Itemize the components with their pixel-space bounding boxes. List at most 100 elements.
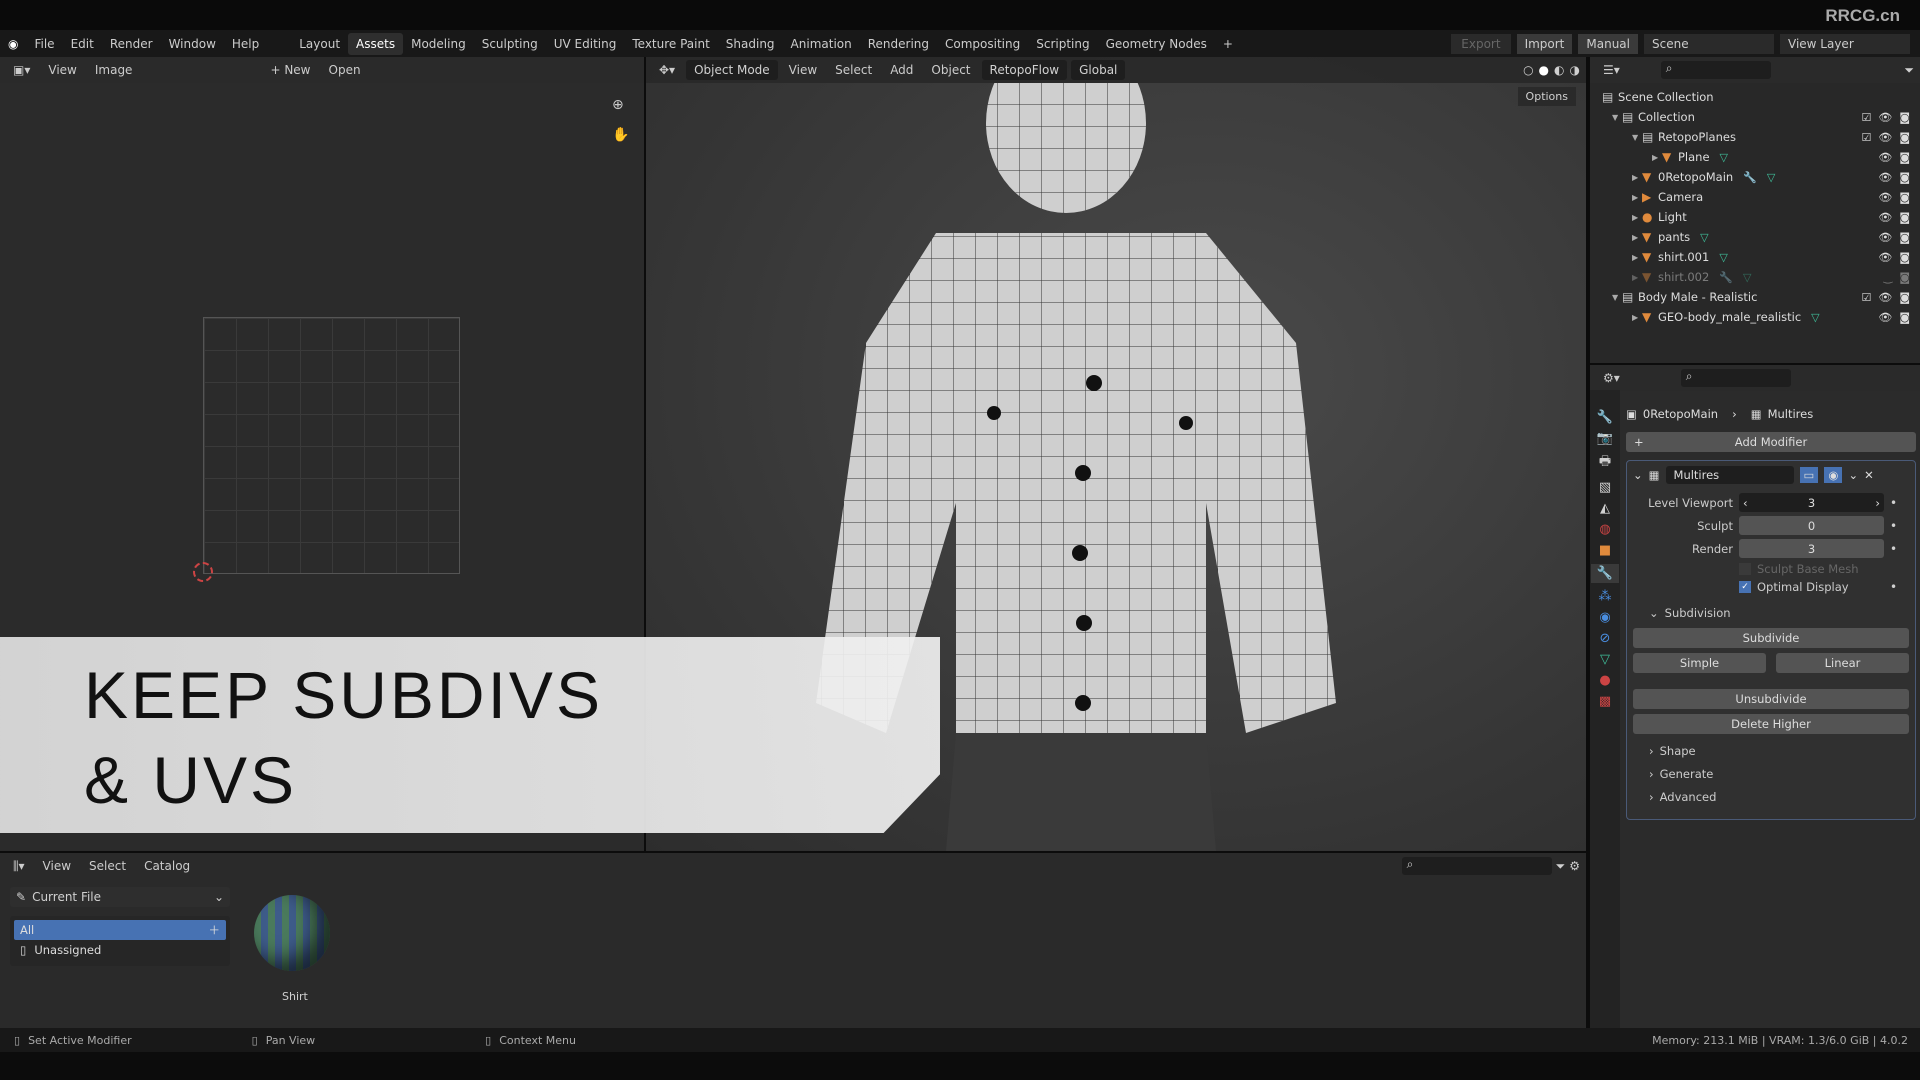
workspace-tab[interactable]: Layout — [291, 33, 348, 55]
workspace-tab[interactable]: UV Editing — [546, 33, 625, 55]
viewport-menu-select[interactable]: Select — [828, 60, 879, 80]
settings-icon[interactable]: ⚙ — [1569, 859, 1580, 873]
expand-arrow-icon[interactable]: ▶ — [1632, 313, 1642, 322]
retopoflow-menu[interactable]: RetopoFlow — [981, 60, 1068, 80]
outliner-item[interactable]: ▶ ▼ 0RetopoMain 🔧 ▽ 👁 ◙ — [1590, 167, 1920, 187]
expand-arrow-icon[interactable]: ▶ — [1632, 273, 1642, 282]
uv-menu-image[interactable]: Image — [88, 60, 140, 80]
particles-tab-icon[interactable]: ⁂ — [1599, 589, 1612, 604]
asset-browser[interactable]: ⫼▾ View Select Catalog ⌕ ⏷ ⚙ ✎ Current Fil… — [0, 853, 1586, 1028]
scene-tab-icon[interactable]: ◭ — [1600, 501, 1610, 516]
data-tab-icon[interactable]: ▽ — [1600, 652, 1610, 667]
uv-menu-view[interactable]: View — [41, 60, 83, 80]
visibility-eye-icon[interactable]: 👁 — [1878, 171, 1892, 184]
workspace-tab[interactable]: Texture Paint — [624, 33, 717, 55]
modifier-tab-icon[interactable]: 🔧 — [1590, 564, 1620, 583]
section-generate[interactable]: › Generate — [1649, 767, 1909, 781]
exclude-checkbox[interactable]: ☑ — [1861, 131, 1871, 144]
modifier-name-field[interactable]: Multires — [1665, 466, 1794, 484]
visibility-eye-icon[interactable]: 👁 — [1878, 251, 1892, 264]
workspace-tab[interactable]: Assets — [348, 32, 404, 55]
render-camera-icon[interactable]: ◙ — [1899, 171, 1910, 184]
section-shape[interactable]: › Shape — [1649, 744, 1909, 758]
outliner[interactable]: ☰▾ ⌕ ⏷ ▤ Scene Collection ▼ ▤ Collection ☑ 👁 ◙… — [1590, 57, 1920, 363]
outliner-item[interactable]: ▶ ▼ GEO-body_male_realistic ▽ 👁 ◙ — [1590, 307, 1920, 327]
render-tab-icon[interactable]: 📷 — [1597, 431, 1613, 446]
show-render-toggle[interactable]: ◉ — [1824, 467, 1843, 483]
orientation-dropdown[interactable]: Global — [1071, 60, 1126, 80]
view-layer-selector[interactable]: View Layer — [1780, 33, 1910, 54]
section-advanced[interactable]: › Advanced — [1649, 790, 1909, 804]
display-mode-icon[interactable]: ☰▾ — [1596, 60, 1627, 80]
asset-thumbnail-shirt[interactable] — [254, 895, 330, 971]
scene-collection[interactable]: ▤ Scene Collection — [1590, 87, 1920, 107]
visibility-eye-icon[interactable]: 👁 — [1878, 211, 1892, 224]
workspace-tab[interactable]: Shading — [718, 33, 783, 55]
manual-button[interactable]: Manual — [1578, 33, 1638, 54]
expand-arrow-icon[interactable]: ▶ — [1632, 173, 1642, 182]
menu-edit[interactable]: Edit — [63, 37, 102, 51]
workspace-tab[interactable]: Geometry Nodes — [1098, 33, 1215, 55]
expand-arrow-icon[interactable]: ▼ — [1612, 113, 1622, 122]
menu-file[interactable]: File — [26, 37, 62, 51]
outliner-item[interactable]: ▼ ▤ RetopoPlanes ☑ 👁 ◙ — [1590, 127, 1920, 147]
world-tab-icon[interactable]: ◍ — [1599, 522, 1610, 537]
editor-type-icon[interactable]: ✥▾ — [652, 60, 682, 80]
workspace-tab[interactable]: Modeling — [403, 33, 474, 55]
exclude-checkbox[interactable]: ☑ — [1861, 291, 1871, 304]
expand-arrow-icon[interactable]: ▶ — [1632, 253, 1642, 262]
render-level-field[interactable]: 3 — [1739, 539, 1884, 558]
exclude-checkbox[interactable]: ☑ — [1861, 111, 1871, 124]
output-tab-icon[interactable]: 🖶 — [1599, 452, 1611, 474]
shading-buttons[interactable]: ○ ● ◐ ◑ — [1523, 63, 1580, 77]
unsubdivide-button[interactable]: Unsubdivide — [1633, 689, 1909, 709]
render-camera-icon[interactable]: ◙ — [1899, 151, 1910, 164]
modifier-menu-icon[interactable]: ⌄ — [1848, 468, 1858, 482]
workspace-tab[interactable]: + — [1215, 33, 1241, 55]
mode-dropdown[interactable]: Object Mode — [686, 60, 778, 80]
render-camera-icon[interactable]: ◙ — [1899, 311, 1910, 324]
outliner-search[interactable]: ⌕ — [1660, 61, 1771, 79]
render-camera-icon[interactable]: ◙ — [1899, 271, 1910, 284]
viewport-menu-view[interactable]: View — [782, 60, 824, 80]
workspace-tab[interactable]: Compositing — [937, 33, 1028, 55]
editor-type-icon[interactable]: ⫼▾ — [6, 856, 32, 877]
render-camera-icon[interactable]: ◙ — [1899, 291, 1910, 304]
menu-window[interactable]: Window — [161, 37, 224, 51]
filter-icon[interactable]: ⏷ — [1556, 859, 1566, 874]
render-camera-icon[interactable]: ◙ — [1899, 131, 1910, 144]
visibility-eye-icon[interactable]: 👁 — [1878, 231, 1892, 244]
properties-search[interactable]: ⌕ — [1680, 369, 1791, 387]
render-camera-icon[interactable]: ◙ — [1899, 231, 1910, 244]
outliner-item[interactable]: ▶ ▶ Camera 👁 ◙ — [1590, 187, 1920, 207]
show-viewport-toggle[interactable]: ▭ — [1799, 467, 1819, 483]
render-camera-icon[interactable]: ◙ — [1899, 191, 1910, 204]
linear-button[interactable]: Linear — [1776, 653, 1909, 673]
outliner-item[interactable]: ▶ ● Light 👁 ◙ — [1590, 207, 1920, 227]
visibility-eye-icon[interactable]: 👁 — [1878, 131, 1892, 144]
constraints-tab-icon[interactable]: ⊘ — [1600, 631, 1611, 646]
zoom-icon[interactable]: ⊕ — [612, 97, 624, 113]
visibility-eye-icon[interactable]: 👁 — [1878, 191, 1892, 204]
delete-higher-button[interactable]: Delete Higher — [1633, 714, 1909, 734]
viewport-menu-add[interactable]: Add — [883, 60, 920, 80]
render-camera-icon[interactable]: ◙ — [1899, 111, 1910, 124]
visibility-eye-icon[interactable]: 👁 — [1878, 311, 1892, 324]
workspace-tab[interactable]: Animation — [783, 33, 860, 55]
workspace-tab[interactable]: Rendering — [860, 33, 937, 55]
visibility-eye-icon[interactable]: 👁 — [1878, 291, 1892, 304]
new-image-button[interactable]: + New — [263, 60, 317, 80]
material-tab-icon[interactable]: ● — [1599, 673, 1610, 688]
subdivision-section[interactable]: ⌄ Subdivision — [1649, 606, 1909, 620]
pan-hand-icon[interactable]: ✋ — [612, 127, 629, 143]
sculpt-level-field[interactable]: 0 — [1739, 516, 1884, 535]
outliner-item[interactable]: ▼ ▤ Body Male - Realistic ☑ 👁 ◙ — [1590, 287, 1920, 307]
outliner-item[interactable]: ▶ ▼ shirt.001 ▽ 👁 ◙ — [1590, 247, 1920, 267]
workspace-tab[interactable]: Sculpting — [474, 33, 546, 55]
remove-modifier-icon[interactable]: ✕ — [1864, 468, 1874, 482]
menu-render[interactable]: Render — [102, 37, 161, 51]
scene-selector[interactable]: Scene — [1644, 33, 1774, 54]
visibility-eye-icon[interactable]: 👁 — [1878, 151, 1892, 164]
export-button[interactable]: Export — [1451, 33, 1511, 54]
menu-help[interactable]: Help — [224, 37, 267, 51]
